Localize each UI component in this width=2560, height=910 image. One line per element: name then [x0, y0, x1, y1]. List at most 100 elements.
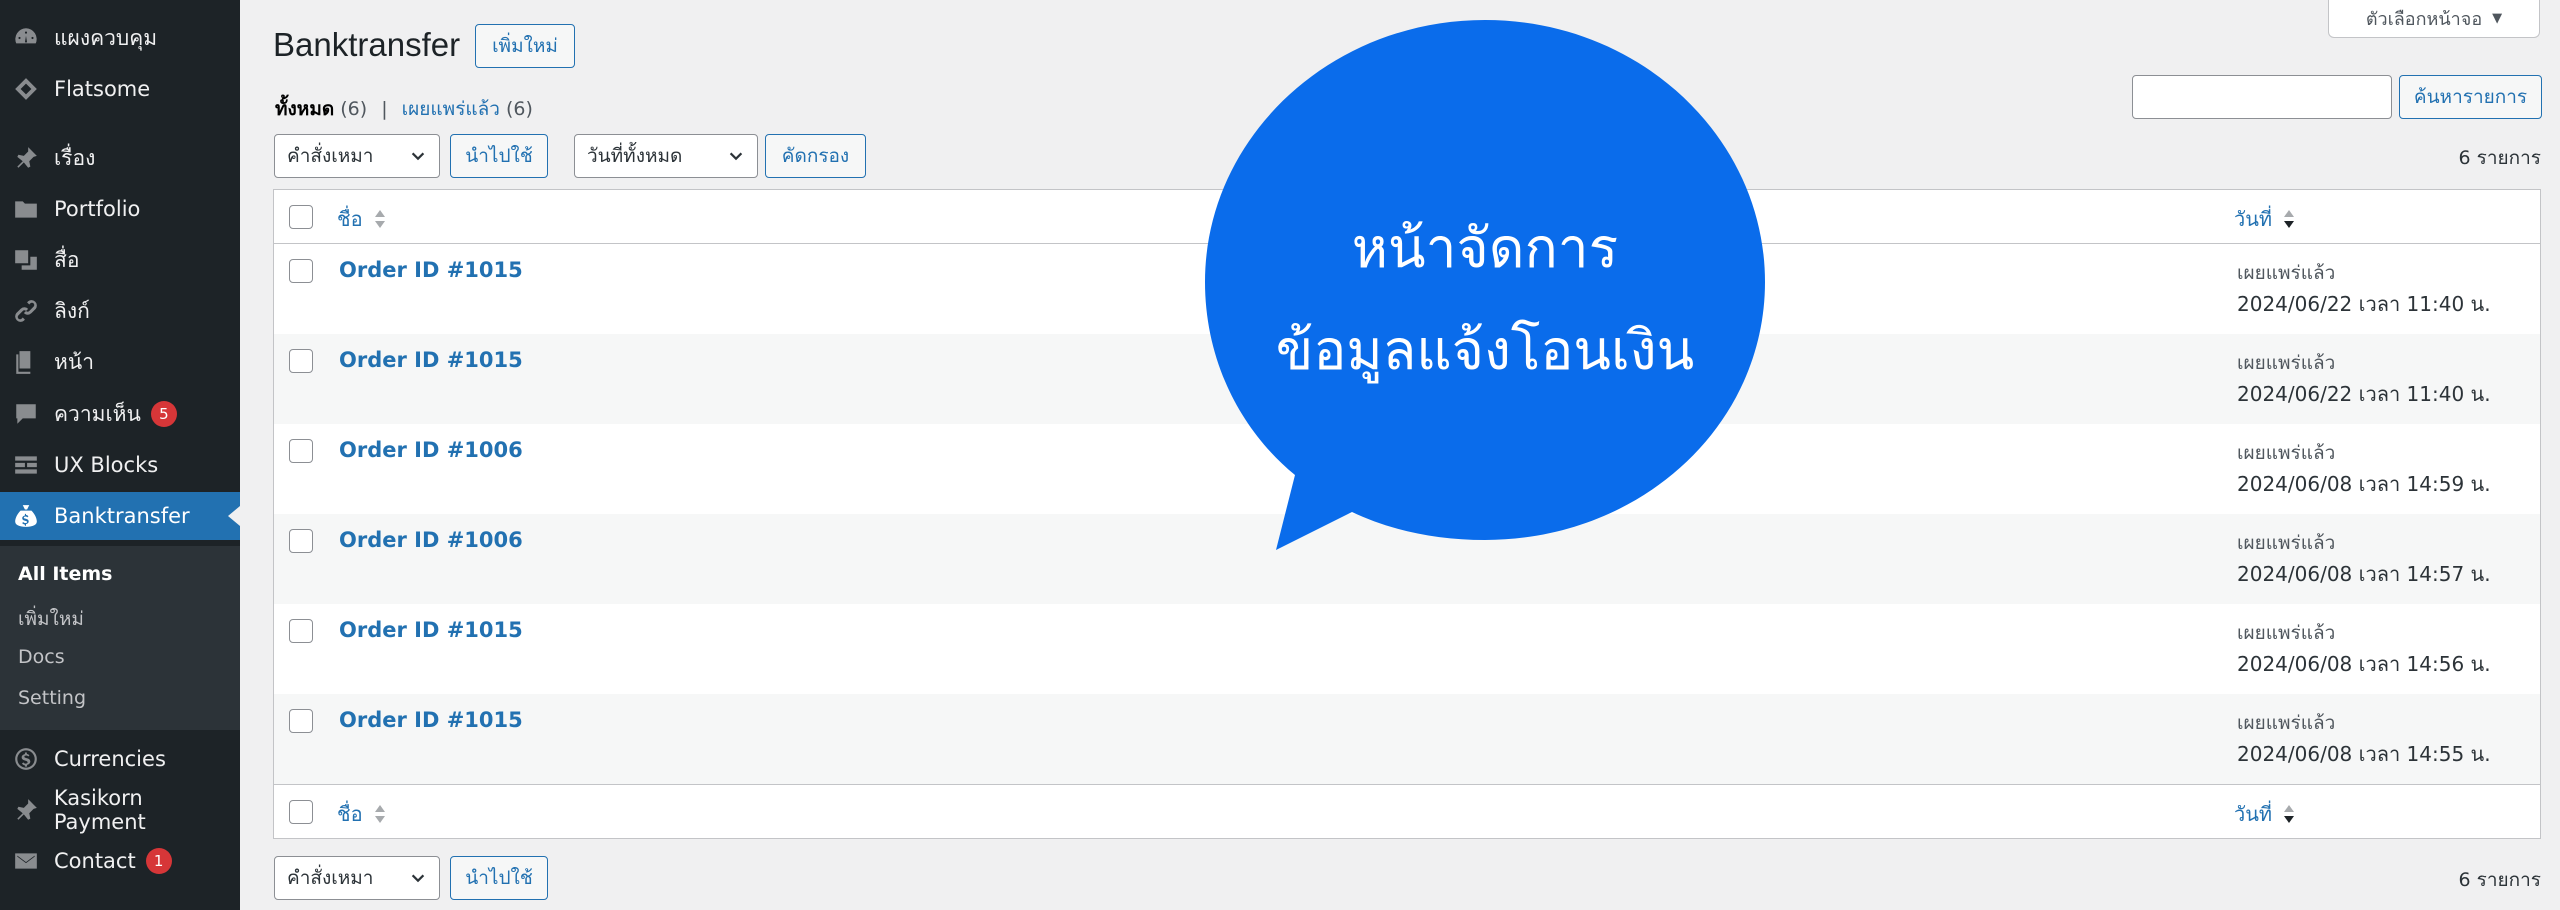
column-date-footer[interactable]: วันที่ [2234, 798, 2296, 830]
screen-options-button[interactable]: ตัวเลือกหน้าจอ ▼ [2328, 0, 2540, 38]
page-icon [12, 348, 40, 376]
item-count-bottom: 6 รายการ [2458, 869, 2541, 891]
apply-button-top[interactable]: นำไปใช้ [450, 134, 548, 178]
money-bag-icon [12, 502, 40, 530]
link-icon [12, 297, 40, 325]
column-date-header[interactable]: วันที่ [2234, 203, 2296, 235]
sidebar-item-ux-blocks[interactable]: UX Blocks [0, 441, 240, 489]
sidebar-item-label: เรื่อง [54, 145, 96, 170]
row-checkbox[interactable] [289, 709, 313, 733]
column-title-label: ชื่อ [337, 802, 363, 826]
flatsome-icon [12, 75, 40, 103]
date-filter-selected: วันที่ทั้งหมด [587, 145, 683, 167]
submenu-item-add-new[interactable]: เพิ่มใหม่ [18, 604, 84, 634]
submenu-item-docs[interactable]: Docs [18, 646, 65, 668]
row-title-link[interactable]: Order ID #1006 [339, 438, 523, 462]
sidebar-item-label: Contact [54, 849, 136, 873]
sidebar-item-label: Kasikorn Payment [53, 786, 146, 834]
table-row: Order ID #1015 เผยแพร่แล้ว 2024/06/08 เว… [274, 694, 2540, 784]
row-status: เผยแพร่แล้ว [2237, 532, 2336, 554]
sidebar-item-contact[interactable]: Contact 1 [0, 837, 240, 885]
sidebar-item-media[interactable]: สื่อ [0, 236, 240, 284]
row-checkbox[interactable] [289, 349, 313, 373]
sidebar-item-label: สื่อ [54, 247, 80, 272]
row-status: เผยแพร่แล้ว [2237, 262, 2336, 284]
sidebar-item-label: Currencies [54, 747, 166, 771]
dollar-icon [12, 745, 40, 773]
row-date: 2024/06/08 เวลา 14:55 น. [2237, 742, 2491, 766]
search-input[interactable] [2132, 75, 2392, 119]
row-date: 2024/06/22 เวลา 11:40 น. [2237, 292, 2491, 316]
sort-icon [373, 803, 387, 825]
sidebar-item-kasikorn-payment[interactable]: Kasikorn Payment [0, 786, 240, 834]
row-title-link[interactable]: Order ID #1015 [339, 348, 523, 372]
banktransfer-submenu: All Items เพิ่มใหม่ Docs Setting [0, 546, 240, 730]
row-title-link[interactable]: Order ID #1015 [339, 708, 523, 732]
add-new-button[interactable]: เพิ่มใหม่ [475, 24, 575, 68]
sidebar-item-label: UX Blocks [54, 453, 159, 477]
row-title-link[interactable]: Order ID #1015 [339, 618, 523, 642]
sidebar-item-currencies[interactable]: Currencies [0, 735, 240, 783]
row-title-link[interactable]: Order ID #1006 [339, 528, 523, 552]
sidebar-item-posts[interactable]: เรื่อง [0, 134, 240, 182]
apply-button-bottom[interactable]: นำไปใช้ [450, 856, 548, 900]
submenu-item-setting[interactable]: Setting [18, 687, 86, 709]
sidebar-item-flatsome[interactable]: Flatsome [0, 65, 240, 113]
sidebar-item-links[interactable]: ลิงก์ [0, 287, 240, 335]
column-title-footer[interactable]: ชื่อ [337, 798, 387, 830]
table-row: Order ID #1015 เผยแพร่แล้ว 2024/06/08 เว… [274, 604, 2540, 694]
media-icon [12, 246, 40, 274]
sidebar-item-portfolio[interactable]: Portfolio [0, 185, 240, 233]
status-views: ทั้งหมด (6) | เผยแพร่แล้ว (6) [275, 94, 533, 124]
bulk-action-selected: คำสั่งเหมา [287, 867, 374, 889]
row-date: 2024/06/22 เวลา 11:40 น. [2237, 382, 2491, 406]
row-date: 2024/06/08 เวลา 14:57 น. [2237, 562, 2491, 586]
row-checkbox[interactable] [289, 529, 313, 553]
pin-icon [12, 796, 40, 824]
pin-icon [12, 144, 40, 172]
admin-sidebar: แผงควบคุม Flatsome เรื่อง Portfolio สื่อ… [0, 0, 240, 910]
row-checkbox[interactable] [289, 619, 313, 643]
submenu-item-all-items[interactable]: All Items [18, 563, 113, 585]
caret-down-icon: ▼ [2492, 11, 2503, 26]
sidebar-item-banktransfer[interactable]: Banktransfer [0, 492, 240, 540]
contact-count-badge: 1 [145, 848, 172, 874]
row-status: เผยแพร่แล้ว [2237, 352, 2336, 374]
row-date: 2024/06/08 เวลา 14:59 น. [2237, 472, 2491, 496]
page-title: Banktransfer [273, 26, 461, 63]
row-title-link[interactable]: Order ID #1015 [339, 258, 523, 282]
comment-icon [12, 400, 40, 428]
sidebar-item-label: Flatsome [54, 77, 151, 101]
column-title-header[interactable]: ชื่อ [337, 203, 387, 235]
sort-icon [373, 208, 387, 230]
sidebar-item-comments[interactable]: ความเห็น 5 [0, 390, 240, 438]
view-published-link[interactable]: เผยแพร่แล้ว [402, 98, 500, 120]
sidebar-item-label: Banktransfer [54, 504, 190, 528]
sidebar-item-label: หน้า [54, 349, 94, 374]
screen-options-label: ตัวเลือกหน้าจอ [2365, 9, 2483, 30]
select-all-checkbox-footer[interactable] [289, 800, 313, 824]
bulk-action-select-top[interactable]: คำสั่งเหมา [274, 134, 440, 178]
row-date: 2024/06/08 เวลา 14:56 น. [2237, 652, 2491, 676]
row-checkbox[interactable] [289, 439, 313, 463]
comment-count-badge: 5 [150, 401, 177, 427]
sidebar-item-label: แผงควบคุม [54, 25, 158, 50]
view-all-label[interactable]: ทั้งหมด [275, 98, 334, 120]
date-filter-select[interactable]: วันที่ทั้งหมด [574, 134, 758, 178]
row-status: เผยแพร่แล้ว [2237, 712, 2336, 734]
chevron-down-icon [411, 874, 425, 883]
chevron-down-icon [411, 152, 425, 161]
row-status: เผยแพร่แล้ว [2237, 622, 2336, 644]
sidebar-item-pages[interactable]: หน้า [0, 338, 240, 386]
sidebar-item-dashboard[interactable]: แผงควบคุม [0, 14, 240, 62]
column-date-label: วันที่ [2234, 207, 2273, 231]
bulk-action-select-bottom[interactable]: คำสั่งเหมา [274, 856, 440, 900]
filter-button[interactable]: คัดกรอง [765, 134, 866, 178]
search-items-button[interactable]: ค้นหารายการ [2399, 75, 2542, 119]
column-title-label: ชื่อ [337, 207, 363, 231]
item-count-top: 6 รายการ [2458, 147, 2541, 169]
row-checkbox[interactable] [289, 259, 313, 283]
view-published-count: (6) [506, 98, 533, 120]
blocks-icon [12, 451, 40, 479]
select-all-checkbox[interactable] [289, 205, 313, 229]
